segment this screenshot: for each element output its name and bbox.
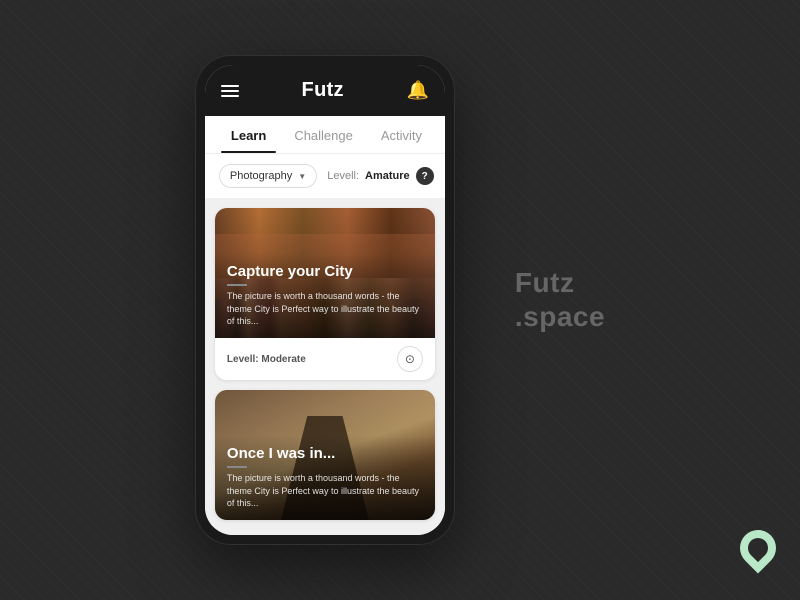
- card-title-1: Capture your City: [227, 263, 423, 280]
- card-overlay-2: Once I was in... The picture is worth a …: [215, 435, 435, 520]
- camera-icon-1[interactable]: ⊙: [397, 346, 423, 372]
- brand-line1: Futz: [515, 266, 605, 300]
- level-badge: Levell: Amature ?: [327, 167, 433, 185]
- card-level-1: Levell: Moderate: [227, 354, 306, 365]
- brand-line2: .space: [515, 300, 605, 334]
- bell-icon[interactable]: 🔔: [406, 80, 428, 101]
- card-capture-city[interactable]: Capture your City The picture is worth a…: [215, 208, 435, 380]
- dropdown-arrow-icon: ▼: [298, 172, 306, 181]
- deco-shape: [733, 523, 784, 574]
- nav-tabs: Learn Challenge Activity: [205, 116, 445, 154]
- menu-icon[interactable]: [221, 85, 239, 97]
- card-level-label-1: Levell:: [227, 354, 259, 365]
- card-footer-1: Levell: Moderate ⊙: [215, 338, 435, 380]
- top-bar: Futz 🔔: [205, 65, 445, 116]
- tab-activity[interactable]: Activity: [371, 116, 432, 153]
- category-label: Photography: [230, 170, 292, 182]
- app-title: Futz: [302, 79, 344, 102]
- filter-row: Photography ▼ Levell: Amature ?: [205, 154, 445, 198]
- help-icon[interactable]: ?: [416, 167, 434, 185]
- phone-frame: Futz 🔔 Learn Challenge Activity Photogra…: [195, 55, 455, 545]
- card-overlay-1: Capture your City The picture is worth a…: [215, 253, 435, 338]
- card-image-city: Capture your City The picture is worth a…: [215, 208, 435, 338]
- card-description-1: The picture is worth a thousand words - …: [227, 290, 423, 328]
- card-title-underline-2: [227, 466, 247, 468]
- category-dropdown[interactable]: Photography ▼: [219, 164, 317, 188]
- card-title-underline-1: [227, 284, 247, 286]
- deco-element: [740, 530, 780, 580]
- tab-learn[interactable]: Learn: [221, 116, 276, 153]
- level-value: Amature: [365, 170, 410, 182]
- content-area[interactable]: Capture your City The picture is worth a…: [205, 198, 445, 535]
- card-image-runner: Once I was in... The picture is worth a …: [215, 390, 435, 520]
- card-description-2: The picture is worth a thousand words - …: [227, 472, 423, 510]
- brand-text: Futz .space: [515, 266, 605, 333]
- card-level-value-1: Moderate: [261, 354, 305, 365]
- phone-screen: Futz 🔔 Learn Challenge Activity Photogra…: [205, 65, 445, 535]
- card-once-i-was[interactable]: Once I was in... The picture is worth a …: [215, 390, 435, 520]
- level-label: Levell:: [327, 170, 359, 182]
- page-wrapper: Futz 🔔 Learn Challenge Activity Photogra…: [195, 55, 605, 545]
- card-title-2: Once I was in...: [227, 445, 423, 462]
- tab-challenge[interactable]: Challenge: [284, 116, 363, 153]
